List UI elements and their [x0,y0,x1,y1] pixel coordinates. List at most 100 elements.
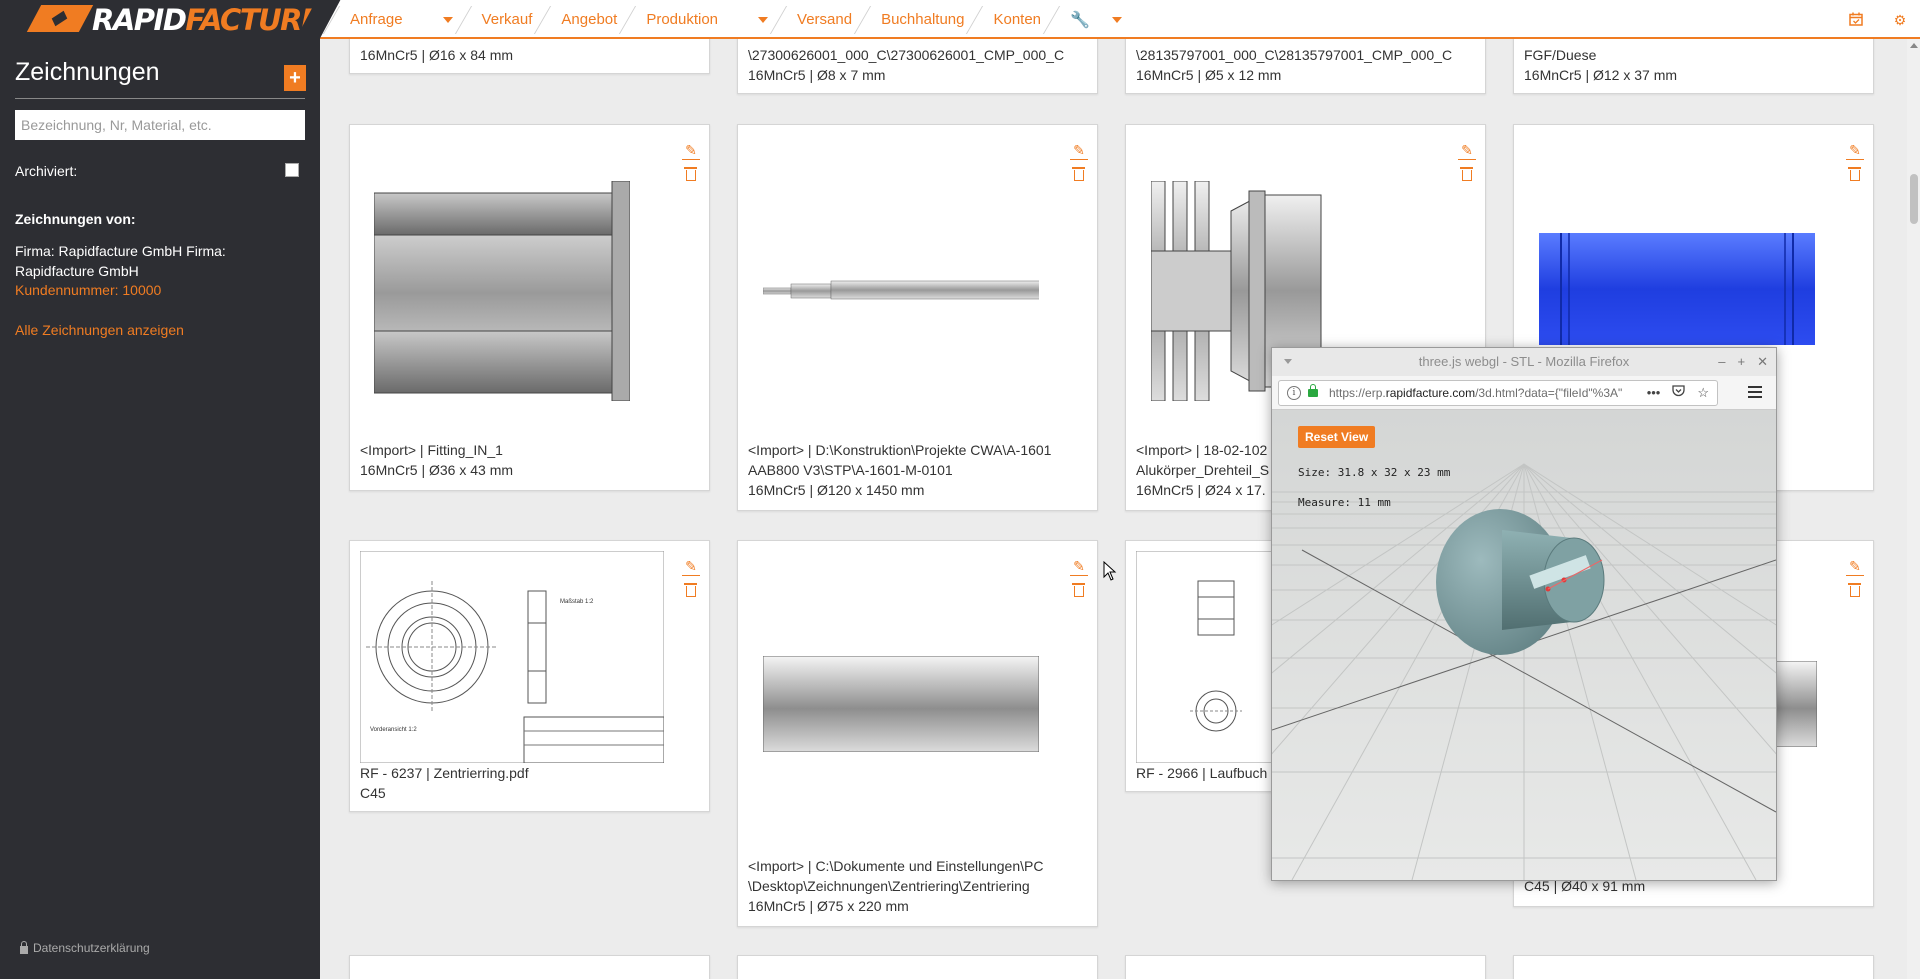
show-all-drawings-link[interactable]: Alle Zeichnungen anzeigen [15,322,184,338]
pencil-icon[interactable]: ✎ [682,142,700,160]
svg-text:Maßstab 1:2: Maßstab 1:2 [560,599,594,605]
chevron-down-icon[interactable] [1111,16,1122,23]
card-line: RF - 2966 | Laufbuch [1136,765,1268,781]
three-js-viewport[interactable]: Reset View Size: 31.8 x 32 x 23 mm Measu… [1272,410,1776,880]
window-titlebar[interactable]: three.js webgl - STL - Mozilla Firefox –… [1272,348,1776,376]
maximize-icon[interactable]: + [1738,348,1746,376]
trash-icon[interactable] [1846,583,1864,600]
brand-logo[interactable]: RAPIDFACTURE [0,0,321,39]
pencil-icon[interactable]: ✎ [1846,558,1864,576]
card-line: 16MnCr5 | Ø75 x 220 mm [748,898,909,914]
calendar-icon[interactable] [1848,12,1864,28]
card-line: 16MnCr5 | Ø8 x 7 mm [748,67,886,83]
bookmark-star-icon[interactable]: ☆ [1697,381,1709,405]
trash-icon[interactable] [1070,167,1088,184]
trash-icon[interactable] [1070,583,1088,600]
window-controls: – + ✕ [1718,348,1768,376]
card-line: C45 [360,785,386,801]
card-line: RF - 6237 | Zentrierring.pdf [360,765,529,781]
card-tools: ✎ [1070,558,1088,600]
part-thumbnail [763,656,1039,752]
page-scrollbar[interactable] [1907,39,1920,979]
wrench-icon: 🔧 [1070,11,1090,29]
drawing-card[interactable]: FGF/Duese 16MnCr5 | Ø12 x 37 mm [1513,30,1874,94]
drawing-card[interactable]: Vorderansicht 1:2 Maßstab 1:2 ✎ RF - 623… [349,540,710,812]
drawing-card[interactable]: ✎ <Import> | Fitting_IN_1 16MnCr5 | Ø36 … [349,124,710,491]
card-line: Alukörper_Drehteil_S [1136,462,1270,478]
card-line: 16MnCr5 | Ø16 x 84 mm [360,47,514,63]
url-bar[interactable]: i https://erp.rapidfacture.com/3d.html?d… [1278,380,1718,406]
card-tools: ✎ [1458,142,1476,184]
browser-toolbar: i https://erp.rapidfacture.com/3d.html?d… [1272,376,1776,410]
card-tools: ✎ [1846,558,1864,600]
part-thumbnail [763,280,1039,300]
pencil-icon[interactable]: ✎ [1846,142,1864,160]
drawing-card[interactable] [1513,955,1874,979]
url-prefix: https://erp. [1329,386,1386,400]
info-icon[interactable]: i [1287,386,1301,400]
nav-produktion[interactable]: Produktion [631,0,782,39]
customer-number-link[interactable]: Kundennummer: 10000 [15,282,161,298]
url-host: rapidfacture.com [1385,386,1476,400]
nav-anfrage[interactable]: Anfrage [335,0,467,39]
pencil-icon[interactable]: ✎ [1070,142,1088,160]
privacy-label[interactable]: Datenschutzerklärung [33,941,150,955]
privacy-link[interactable]: Datenschutzerklärung [20,940,150,955]
trash-icon[interactable] [1458,167,1476,184]
gear-icon[interactable]: ⚙ [1892,12,1908,28]
nav-tools[interactable]: 🔧 [1055,0,1136,39]
more-icon[interactable]: ••• [1647,381,1661,405]
card-line: \28135797001_000_C\28135797001_CMP_000_C [1136,47,1453,63]
drawing-card[interactable] [737,955,1098,979]
scroll-thumb[interactable] [1910,174,1918,224]
card-line: 16MnCr5 | Ø5 x 12 mm [1136,67,1282,83]
pencil-icon[interactable]: ✎ [1458,142,1476,160]
reset-view-button[interactable]: Reset View [1298,426,1376,448]
card-line: 16MnCr5 | Ø24 x 17. [1136,482,1266,498]
card-line: \27300626001_000_C\27300626001_CMP_000_C [748,47,1065,63]
drawing-card[interactable] [349,955,710,979]
close-icon[interactable]: ✕ [1757,348,1768,376]
archived-checkbox[interactable] [285,163,299,177]
chevron-down-icon[interactable] [758,16,769,23]
pencil-icon[interactable]: ✎ [682,558,700,576]
window-title: three.js webgl - STL - Mozilla Firefox [1418,354,1630,369]
top-right-actions: ⚙ [1848,0,1920,39]
card-line: 16MnCr5 | Ø12 x 37 mm [1524,67,1678,83]
pencil-icon[interactable]: ✎ [1070,558,1088,576]
drawing-card[interactable]: ✎ <Import> | C:\Dokumente und Einstellun… [737,540,1098,927]
part-thumbnail [374,181,630,401]
company-text: Firma: Rapidfacture GmbH Firma: Rapidfac… [15,243,226,279]
part-thumbnail [1539,233,1815,345]
logo-text: RAPIDFACTURE [92,3,321,37]
search-input[interactable] [15,110,305,140]
trash-icon[interactable] [682,167,700,184]
chevron-down-icon[interactable] [442,16,453,23]
add-drawing-button[interactable]: + [284,65,306,91]
trash-icon[interactable] [682,583,700,600]
lock-icon [20,940,28,954]
3d-scene[interactable] [1272,410,1776,880]
scroll-up-arrow-icon[interactable] [1910,43,1918,48]
drawing-card[interactable]: \28135797001_000_C\28135797001_CMP_000_C… [1125,30,1486,94]
pocket-icon[interactable] [1672,381,1685,405]
firefox-3d-viewer-window[interactable]: three.js webgl - STL - Mozilla Firefox –… [1271,347,1777,881]
divider [15,98,305,99]
card-line: AAB800 V3\STP\A-1601-M-0101 [748,462,953,478]
nav-buchhaltung[interactable]: Buchhaltung [866,0,978,39]
mouse-cursor-icon [1103,561,1117,581]
measure-readout: Measure: 11 mm [1298,496,1391,509]
card-line: FGF/Duese [1524,47,1597,63]
hamburger-menu-icon[interactable] [1748,386,1762,398]
card-line: <Import> | Fitting_IN_1 [360,442,503,458]
window-menu-icon[interactable] [1284,359,1292,364]
card-line: \Desktop\Zeichnungen\Zentriering\Zentrie… [748,878,1030,894]
drawing-card[interactable]: \27300626001_000_C\27300626001_CMP_000_C… [737,30,1098,94]
drawing-card[interactable]: ✎ <Import> | D:\Konstruktion\Projekte CW… [737,124,1098,511]
trash-icon[interactable] [1846,167,1864,184]
minimize-icon[interactable]: – [1718,348,1725,376]
card-line: <Import> | 18-02-102 [1136,442,1268,458]
card-line: 16MnCr5 | Ø120 x 1450 mm [748,482,925,498]
card-line: <Import> | C:\Dokumente und Einstellunge… [748,858,1044,874]
drawing-card[interactable] [1125,955,1486,979]
